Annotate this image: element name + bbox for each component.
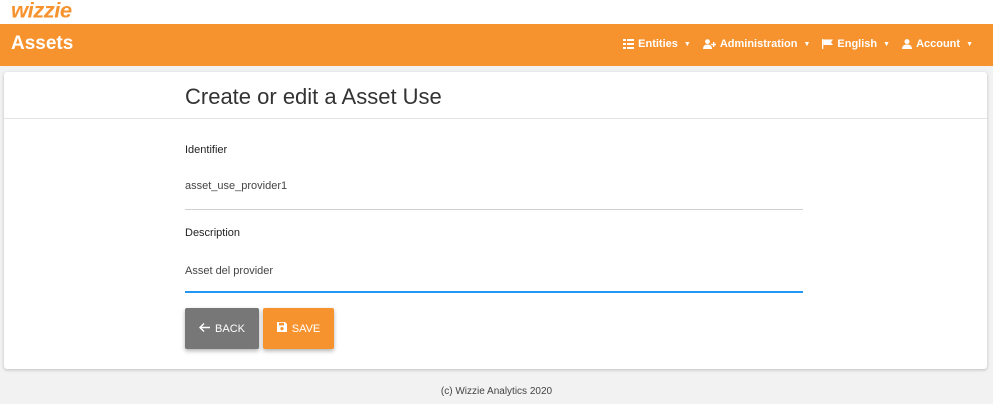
floppy-disk-icon <box>276 322 287 335</box>
caret-down-icon: ▼ <box>683 40 691 48</box>
nav-account-dropdown[interactable]: Account ▼ <box>902 38 973 50</box>
caret-down-icon: ▼ <box>966 40 973 48</box>
identifier-underline <box>185 209 803 210</box>
description-label: Description <box>185 227 241 239</box>
footer-copyright: (c) Wizzie Analytics 2020 <box>440 386 553 397</box>
asset-use-form-card: Create or edit a Asset Use Identifier as… <box>4 72 987 369</box>
caret-down-icon: ▼ <box>803 40 811 48</box>
logo-bar: wizzie <box>0 0 993 24</box>
user-plus-icon <box>702 39 716 49</box>
nav-menu: Entities ▼ Administration ▼ English ▼ Ac… <box>623 38 973 50</box>
identifier-field[interactable]: asset_use_provider1 <box>185 180 287 192</box>
identifier-label: Identifier <box>185 144 228 156</box>
top-navbar: Assets Entities ▼ Administration ▼ Engli… <box>0 24 993 66</box>
save-button[interactable]: SAVE <box>263 308 334 349</box>
page-title: Create or edit a Asset Use <box>185 84 442 109</box>
nav-administration-label: Administration <box>719 38 798 50</box>
nav-language-label: English <box>837 38 878 50</box>
arrow-left-icon <box>199 322 211 335</box>
brand-title[interactable]: Assets <box>11 33 73 55</box>
caret-down-icon: ▼ <box>883 40 891 48</box>
back-button[interactable]: BACK <box>185 308 259 349</box>
user-icon <box>902 39 913 49</box>
title-divider <box>4 118 987 119</box>
description-field[interactable]: Asset del provider <box>185 265 273 277</box>
nav-entities-dropdown[interactable]: Entities ▼ <box>623 38 691 50</box>
wizzie-logo[interactable]: wizzie <box>11 0 72 23</box>
back-button-label: BACK <box>215 322 245 335</box>
nav-administration-dropdown[interactable]: Administration ▼ <box>702 38 811 50</box>
list-icon <box>623 39 635 49</box>
logo-text: wizzie <box>11 0 72 23</box>
save-button-label: SAVE <box>291 322 321 335</box>
nav-language-dropdown[interactable]: English ▼ <box>822 38 890 50</box>
flag-icon <box>822 39 834 49</box>
nav-account-label: Account <box>916 38 961 50</box>
nav-entities-label: Entities <box>638 38 678 50</box>
description-underline <box>185 291 803 293</box>
